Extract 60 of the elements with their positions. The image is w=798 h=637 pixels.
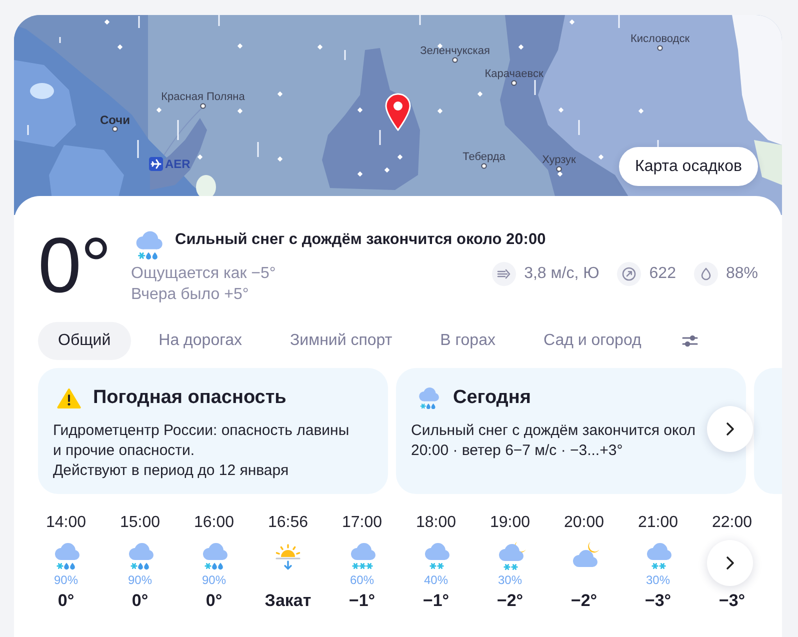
precipitation-chance: 30%: [498, 572, 522, 588]
hour-time: 16:56: [268, 513, 308, 533]
hour-time: 22:00: [712, 513, 752, 533]
hour-time: 14:00: [46, 513, 86, 533]
current-temperature: 0°: [38, 223, 112, 307]
hour-time: 15:00: [120, 513, 160, 533]
sliders-icon: [682, 334, 698, 348]
hour-temperature: 0°: [132, 590, 148, 612]
map-place-label: Зеленчукская: [420, 45, 490, 57]
hour-temperature: −3°: [644, 590, 672, 612]
hour-temperature: −2°: [570, 590, 598, 612]
precipitation-map-button[interactable]: Карта осадков: [619, 147, 758, 186]
card-text: Гидрометцентр России: опасность лавины и прочие опасности. Действуют в период до 12 января: [53, 421, 350, 481]
precipitation-chance: 40%: [424, 572, 448, 588]
hour-time: 16:00: [194, 513, 234, 533]
airport-code: AER: [165, 157, 190, 171]
yesterday-text: Вчера было +5°: [131, 285, 249, 305]
precipitation-chance: 60%: [350, 572, 374, 588]
hour-temperature: −1°: [422, 590, 450, 612]
map-place-label: Кисловодск: [630, 33, 690, 45]
hour-temperature: −2°: [496, 590, 524, 612]
hour-temperature: 0°: [206, 590, 222, 612]
sunset-label: Закат: [264, 590, 312, 612]
map-place-label: Карачаевск: [484, 68, 544, 80]
card-title: Сегодня: [453, 386, 531, 410]
card-text: Сильный снег с дождём закончится окол 20:00 · ветер 6−7 м/с · −3...+3°: [411, 421, 696, 461]
hour-time: 20:00: [564, 513, 604, 533]
hour-temperature: −1°: [348, 590, 376, 612]
wind-icon: [492, 262, 516, 286]
next-button[interactable]: [707, 540, 753, 586]
hour-temperature: 0°: [58, 590, 74, 612]
stat-value: 88%: [726, 264, 758, 284]
stat-value: 622: [649, 264, 676, 284]
feels-like-text: Ощущается как −5°: [131, 264, 276, 284]
card-title: Погодная опасность: [93, 386, 286, 410]
hour-time: 21:00: [638, 513, 678, 533]
tab[interactable]: Сад и огород: [523, 322, 662, 360]
precipitation-chance: 90%: [54, 572, 78, 588]
precipitation-chance: 90%: [128, 572, 152, 588]
stat-value: 3,8 м/с, Ю: [524, 264, 600, 284]
warning-icon: [57, 388, 81, 408]
map-place-label: Сочи: [100, 114, 130, 126]
hour-time: 18:00: [416, 513, 456, 533]
airplane-icon: [149, 157, 163, 171]
condition-text: Сильный снег с дождём закончится около 20:00: [175, 230, 546, 250]
precipitation-chance: 90%: [202, 572, 226, 588]
precipitation-chance: 30%: [646, 572, 670, 588]
tab[interactable]: Зимний спорт: [270, 322, 412, 360]
tab[interactable]: На дорогах: [138, 322, 262, 360]
drop-icon: [694, 262, 718, 286]
tab[interactable]: Общий: [38, 322, 131, 360]
location-pin-icon: [385, 93, 411, 131]
tab[interactable]: В горах: [420, 322, 516, 360]
map-place-label: Хурзук: [542, 154, 576, 166]
gauge-icon: [617, 262, 642, 286]
hour-time: 19:00: [490, 513, 530, 533]
hour-temperature: −3°: [718, 590, 746, 612]
map-place-label: Теберда: [462, 151, 506, 163]
map-place-label: Красная Поляна: [161, 91, 245, 103]
hour-time: 17:00: [342, 513, 382, 533]
